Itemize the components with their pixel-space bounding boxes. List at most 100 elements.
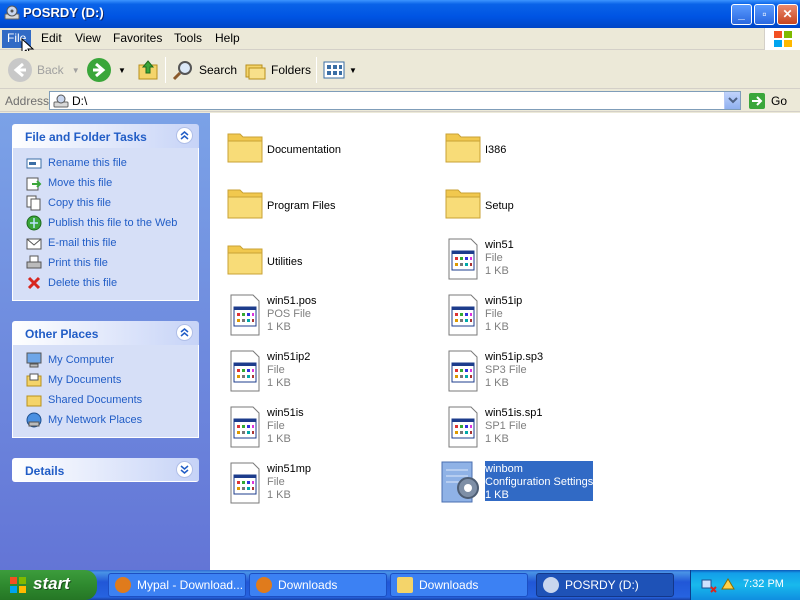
clock: 7:32 PM <box>743 578 784 590</box>
rename-task[interactable]: Rename this file <box>13 153 198 173</box>
taskbar-button-mypal[interactable]: Mypal - Download... <box>108 573 246 597</box>
menu-view[interactable]: View <box>70 30 106 48</box>
item-size: 1 KB <box>485 433 509 445</box>
folder-item[interactable]: I386 <box>438 122 648 178</box>
back-button[interactable]: Back ▼ <box>8 56 80 84</box>
panel-title: Details <box>25 464 65 478</box>
back-label: Back <box>37 63 64 77</box>
file-icon <box>230 406 260 448</box>
file-icon <box>448 294 478 336</box>
go-button[interactable]: Go <box>748 92 787 110</box>
folder-item[interactable]: Program Files <box>220 178 430 234</box>
toolbar: Back ▼ ▼ Search Folders ▼ <box>0 51 800 89</box>
panel-header[interactable]: File and Folder Tasks <box>12 124 199 148</box>
forward-button[interactable]: ▼ <box>87 56 126 84</box>
my-network-places-link[interactable]: My Network Places <box>13 410 198 430</box>
move-task[interactable]: Move this file <box>13 173 198 193</box>
address-bar: Address D:\ Go <box>0 90 800 112</box>
menu-help[interactable]: Help <box>210 30 245 48</box>
close-button[interactable]: ✕ <box>777 4 798 25</box>
place-label: Shared Documents <box>48 394 143 406</box>
file-item[interactable]: win51ip.sp3 SP3 File 1 KB <box>438 346 648 402</box>
views-button[interactable]: ▼ <box>322 56 357 84</box>
email-task[interactable]: E-mail this file <box>13 233 198 253</box>
item-type: Configuration Settings <box>485 476 594 488</box>
title-bar[interactable]: POSRDY (D:) _ ▫ ✕ <box>0 0 800 28</box>
search-button[interactable]: Search <box>172 56 237 84</box>
file-icon <box>230 350 260 392</box>
taskbar-button-label: Downloads <box>278 578 338 592</box>
start-button[interactable]: start <box>0 570 97 600</box>
maximize-button[interactable]: ▫ <box>754 4 775 25</box>
computer-icon <box>26 352 42 368</box>
file-item[interactable]: win51ip File 1 KB <box>438 290 648 346</box>
folder-item[interactable]: Utilities <box>220 234 430 290</box>
folder-item[interactable]: Setup <box>438 178 648 234</box>
item-name: win51ip.sp3 <box>485 351 544 363</box>
tray-app-icon[interactable] <box>720 577 736 593</box>
item-type: SP3 File <box>485 364 527 376</box>
folders-icon <box>245 64 266 80</box>
up-folder-icon <box>138 60 158 80</box>
forward-dropdown-icon[interactable]: ▼ <box>118 66 126 75</box>
expand-icon[interactable] <box>176 461 193 478</box>
taskbar-button-downloads-1[interactable]: Downloads <box>249 573 387 597</box>
address-dropdown-button[interactable] <box>724 92 740 109</box>
publish-task[interactable]: Publish this file to the Web <box>13 213 198 233</box>
taskbar-button-label: Downloads <box>419 578 479 592</box>
maximize-icon: ▫ <box>762 7 767 21</box>
menu-edit[interactable]: Edit <box>36 30 67 48</box>
shared-documents-link[interactable]: Shared Documents <box>13 390 198 410</box>
task-label: Copy this file <box>48 197 111 209</box>
task-label: Publish this file to the Web <box>48 217 178 229</box>
folder-item[interactable]: Documentation <box>220 122 430 178</box>
panel-title: File and Folder Tasks <box>25 130 147 144</box>
collapse-icon[interactable] <box>176 127 193 144</box>
chevron-down-icon <box>728 97 738 104</box>
delete-task[interactable]: Delete this file <box>13 273 198 293</box>
item-size: 1 KB <box>485 265 509 277</box>
config-file-icon <box>441 461 479 503</box>
panel-header[interactable]: Other Places <box>12 321 199 345</box>
file-item[interactable]: win51mp File 1 KB <box>220 458 430 514</box>
up-folder-button[interactable] <box>136 56 160 84</box>
item-type: File <box>267 476 285 488</box>
item-size: 1 KB <box>485 321 509 333</box>
back-arrow-icon <box>8 58 32 82</box>
address-input[interactable]: D:\ <box>49 91 741 110</box>
file-item[interactable]: win51.pos POS File 1 KB <box>220 290 430 346</box>
my-documents-link[interactable]: My Documents <box>13 370 198 390</box>
search-icon <box>172 61 192 81</box>
item-name: win51ip <box>485 295 523 307</box>
file-item[interactable]: win51is.sp1 SP1 File 1 KB <box>438 402 648 458</box>
collapse-icon[interactable] <box>176 324 193 341</box>
place-label: My Network Places <box>48 414 143 426</box>
item-name: I386 <box>485 144 507 156</box>
window-title: POSRDY (D:) <box>23 5 104 20</box>
copy-icon <box>26 195 42 211</box>
file-item[interactable]: win51ip2 File 1 KB <box>220 346 430 402</box>
file-item[interactable]: win51 File 1 KB <box>438 234 648 290</box>
task-label: Move this file <box>48 177 113 189</box>
task-label: Delete this file <box>48 277 118 289</box>
task-label: Rename this file <box>48 157 127 169</box>
folder-icon <box>445 189 481 219</box>
folders-button[interactable]: Folders <box>244 56 311 84</box>
network-status-icon[interactable] <box>701 577 717 593</box>
minimize-button[interactable]: _ <box>731 4 752 25</box>
back-dropdown-icon[interactable]: ▼ <box>72 66 80 75</box>
my-computer-link[interactable]: My Computer <box>13 350 198 370</box>
print-task[interactable]: Print this file <box>13 253 198 273</box>
menu-favorites[interactable]: Favorites <box>108 30 167 48</box>
taskbar-button-downloads-2[interactable]: Downloads <box>390 573 528 597</box>
file-item[interactable]: win51is File 1 KB <box>220 402 430 458</box>
item-name: Utilities <box>267 256 303 268</box>
address-label: Address <box>5 94 50 108</box>
item-size: 1 KB <box>267 489 291 501</box>
menu-tools[interactable]: Tools <box>169 30 207 48</box>
file-item[interactable]: winbom Configuration Settings 1 KB <box>438 458 648 514</box>
search-label: Search <box>199 63 238 77</box>
panel-header[interactable]: Details <box>12 458 199 482</box>
taskbar-button-posrdy[interactable]: POSRDY (D:) <box>536 573 674 597</box>
copy-task[interactable]: Copy this file <box>13 193 198 213</box>
